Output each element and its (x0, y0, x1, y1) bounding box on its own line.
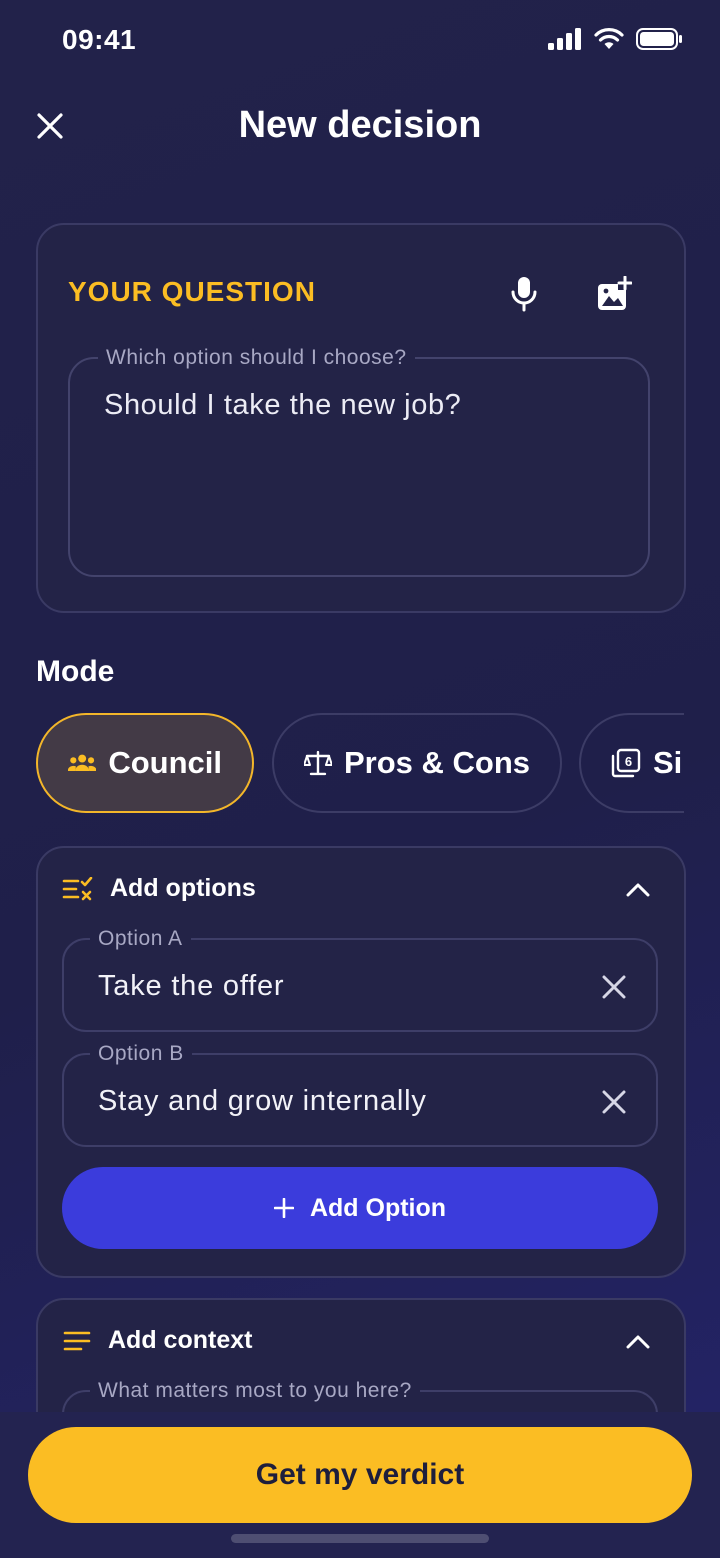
collapse-context-chevron-up-icon[interactable] (626, 1334, 650, 1350)
option-a-field[interactable]: Option A Take the offer (62, 927, 658, 1032)
add-option-button[interactable]: Add Option (62, 1167, 658, 1249)
signal-icon (548, 28, 581, 50)
option-b-field[interactable]: Option B Stay and grow internally (62, 1042, 658, 1147)
dice-six-icon: 6 (611, 748, 641, 778)
voice-input-button[interactable] (500, 270, 548, 318)
option-b-value: Stay and grow internally (98, 1085, 427, 1117)
plus-icon (273, 1198, 294, 1218)
microphone-icon (511, 277, 537, 312)
home-indicator (231, 1534, 489, 1543)
mode-chip-row: Council Pros & Cons 6 Si (36, 713, 684, 813)
option-b-label: Option B (90, 1042, 192, 1066)
context-header[interactable]: Add context (62, 1326, 252, 1355)
wifi-icon (594, 28, 624, 49)
option-a-label: Option A (90, 927, 191, 951)
text-lines-icon (63, 1331, 91, 1350)
question-label: YOUR QUESTION (68, 276, 316, 307)
option-a-clear-button[interactable] (594, 967, 634, 1007)
option-a-value: Take the offer (98, 970, 285, 1002)
option-b-clear-button[interactable] (594, 1082, 634, 1122)
close-icon (602, 1090, 626, 1114)
question-value: Should I take the new job? (104, 389, 462, 421)
mode-title: Mode (36, 655, 115, 688)
mode-chip-council[interactable]: Council (36, 713, 254, 813)
close-icon (602, 975, 626, 999)
battery-icon (636, 28, 682, 50)
mode-chip-label: Si (653, 745, 683, 780)
checklist-icon (62, 876, 93, 900)
add-photo-icon (598, 276, 632, 310)
collapse-options-chevron-up-icon[interactable] (626, 882, 650, 898)
get-verdict-button[interactable]: Get my verdict (28, 1427, 692, 1523)
people-icon (68, 754, 97, 771)
mode-chip-label: Council (108, 745, 222, 780)
question-input[interactable]: Which option should I choose? Should I t… (68, 346, 650, 577)
options-header[interactable]: Add options (62, 874, 256, 903)
svg-text:6: 6 (625, 754, 632, 769)
context-title: Add context (108, 1326, 253, 1354)
question-field-label: Which option should I choose? (98, 346, 415, 370)
context-field-label: What matters most to you here? (90, 1379, 420, 1403)
add-option-label: Add Option (309, 1193, 447, 1222)
mode-chip-six[interactable]: 6 Si (579, 713, 684, 813)
scale-icon (304, 750, 332, 776)
add-image-button[interactable] (590, 270, 638, 318)
mode-chip-label: Pros & Cons (343, 745, 530, 780)
options-title: Add options (110, 874, 256, 902)
mode-chip-pros-cons[interactable]: Pros & Cons (272, 713, 562, 813)
status-time: 09:41 (62, 24, 137, 55)
status-icons (548, 28, 682, 50)
page-title: New decision (238, 104, 482, 146)
